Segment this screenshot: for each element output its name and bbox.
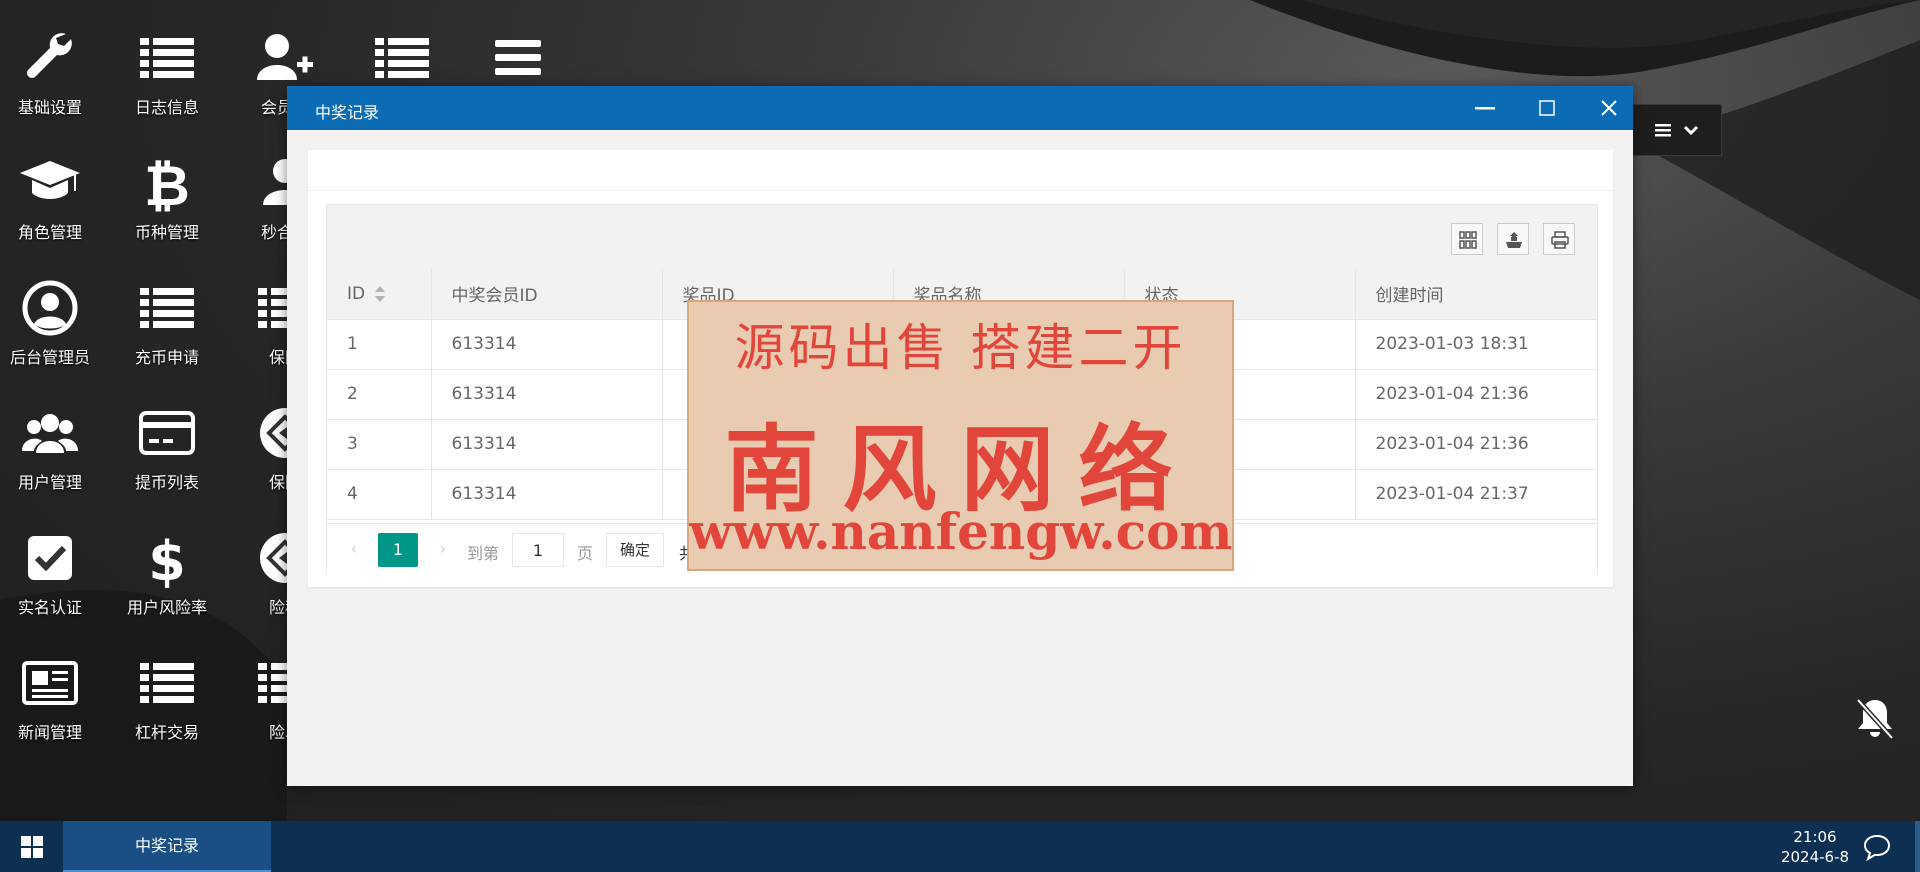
column-header-created-time: 创建时间 <box>1355 269 1597 320</box>
columns-icon <box>1459 231 1477 249</box>
minimize-icon <box>1475 107 1495 110</box>
desktop-icon-withdraw-list[interactable]: 提币列表 <box>112 383 222 493</box>
print-button[interactable] <box>1543 223 1575 255</box>
current-page[interactable]: 1 <box>378 533 418 567</box>
watermark-line-3: www.nanfengw.com <box>689 502 1233 561</box>
desktop-icon-label: 后台管理员 <box>9 348 90 367</box>
list-icon <box>140 38 194 78</box>
desktop-icon-label: 实名认证 <box>17 598 82 617</box>
user-plus-icon <box>257 34 313 80</box>
minimize-button[interactable] <box>1455 86 1515 130</box>
cell-id: 3 <box>327 419 432 470</box>
svg-text:$: $ <box>148 530 186 588</box>
cell-created-time: 2023-01-04 21:37 <box>1355 469 1597 520</box>
window-title: 中奖记录 <box>315 103 380 122</box>
svg-text:₿: ₿ <box>144 154 190 213</box>
taskbar-clock[interactable]: 21:06 2024-6-8 <box>1760 827 1870 867</box>
desktop-icon-label: 用户管理 <box>17 473 82 492</box>
chat-bubble-icon[interactable] <box>1862 833 1892 861</box>
close-icon <box>1601 100 1617 116</box>
bell-muted-icon[interactable] <box>1854 696 1896 740</box>
page-label: 页 <box>577 544 594 563</box>
panel-header <box>308 150 1613 191</box>
desktop-icon-basic-settings[interactable]: 基础设置 <box>0 8 105 118</box>
page-number-input[interactable] <box>512 533 564 567</box>
export-button[interactable] <box>1497 223 1529 255</box>
desktop-icon-label: 用户风险率 <box>126 598 207 617</box>
bars-icon <box>495 40 541 75</box>
watermark-stamp: 源码出售 搭建二开 南风网络 www.nanfengw.com <box>687 300 1234 571</box>
cell-created-time: 2023-01-03 18:31 <box>1355 319 1597 370</box>
cell-id: 2 <box>327 369 432 420</box>
desktop-icon-admin[interactable]: 后台管理员 <box>0 258 105 368</box>
bars-icon <box>1655 124 1671 137</box>
user-menu-dropdown[interactable] <box>1630 104 1722 156</box>
clock-date: 2024-6-8 <box>1780 848 1850 866</box>
next-page-button[interactable]: › <box>430 536 456 562</box>
desktop-icon-label: 基础设置 <box>17 98 82 117</box>
table-toolbar <box>327 205 1597 270</box>
list-icon <box>375 38 429 78</box>
desktop-icon-label: 提币列表 <box>134 473 199 492</box>
cell-member-id: 613314 <box>431 369 663 420</box>
confirm-page-button[interactable]: 确定 <box>606 533 664 567</box>
desktop-icon-user-management[interactable]: 用户管理 <box>0 383 105 493</box>
user-circle-icon <box>22 280 78 336</box>
cell-member-id: 613314 <box>431 419 663 470</box>
cell-created-time: 2023-01-04 21:36 <box>1355 419 1597 470</box>
list-icon <box>140 663 194 703</box>
desktop-icon-deposit-requests[interactable]: 充币申请 <box>112 258 222 368</box>
desktop-icon-label: 充币申请 <box>134 348 199 367</box>
chevron-down-icon <box>1683 125 1699 136</box>
show-desktop-button[interactable] <box>1915 821 1920 872</box>
watermark-line-1: 源码出售 搭建二开 <box>734 319 1187 377</box>
check-square-icon <box>28 536 72 580</box>
sort-icon[interactable] <box>375 285 386 303</box>
credit-card-icon <box>139 411 195 455</box>
windows-icon <box>21 836 43 858</box>
goto-label: 到第 <box>467 544 500 563</box>
cell-id: 1 <box>327 319 432 370</box>
export-icon <box>1506 232 1522 248</box>
desktop-icon-news[interactable]: 新闻管理 <box>0 633 105 743</box>
close-button[interactable] <box>1579 86 1639 130</box>
desktop-icon-kyc[interactable]: 实名认证 <box>0 508 105 618</box>
list-icon <box>140 288 194 328</box>
newspaper-icon <box>22 661 78 705</box>
columns-filter-button[interactable] <box>1451 223 1483 255</box>
users-icon <box>22 414 78 453</box>
desktop-icon-leverage[interactable]: 杠杆交易 <box>112 633 222 743</box>
desktop-icon-label: 杠杆交易 <box>134 723 199 742</box>
cell-member-id: 613314 <box>431 319 663 370</box>
desktop-icon-logs[interactable]: 日志信息 <box>112 8 222 118</box>
dollar-icon: $ <box>148 530 186 588</box>
start-button[interactable] <box>0 821 62 872</box>
taskbar-item-prize-records[interactable]: 中奖记录 <box>63 821 271 872</box>
wrench-icon <box>27 33 72 78</box>
cell-created-time: 2023-01-04 21:36 <box>1355 369 1597 420</box>
maximize-icon <box>1539 100 1555 116</box>
print-icon <box>1551 231 1569 249</box>
desktop-icon-label: 日志信息 <box>134 98 199 117</box>
desktop-icon-risk-rate[interactable]: $ 用户风险率 <box>112 508 222 618</box>
window-titlebar[interactable]: 中奖记录 <box>287 86 1633 130</box>
bitcoin-icon: ₿ <box>144 154 190 213</box>
maximize-button[interactable] <box>1517 86 1577 130</box>
clock-time: 21:06 <box>1793 828 1837 846</box>
cell-id: 4 <box>327 469 432 520</box>
desktop-icon-label: 角色管理 <box>17 223 82 242</box>
cell-member-id: 613314 <box>431 469 663 520</box>
desktop-icon-role-management[interactable]: 角色管理 <box>0 133 105 243</box>
taskbar: 中奖记录 21:06 2024-6-8 <box>0 821 1920 872</box>
prev-page-button[interactable]: ‹ <box>341 536 367 562</box>
graduation-cap-icon <box>20 161 80 199</box>
desktop-icon-label: 新闻管理 <box>17 723 82 742</box>
column-header-id[interactable]: ID <box>327 269 432 320</box>
desktop-icon-label: 币种管理 <box>134 223 199 242</box>
desktop-icon-currency[interactable]: ₿ 币种管理 <box>112 133 222 243</box>
column-header-member-id: 中奖会员ID <box>431 269 663 320</box>
